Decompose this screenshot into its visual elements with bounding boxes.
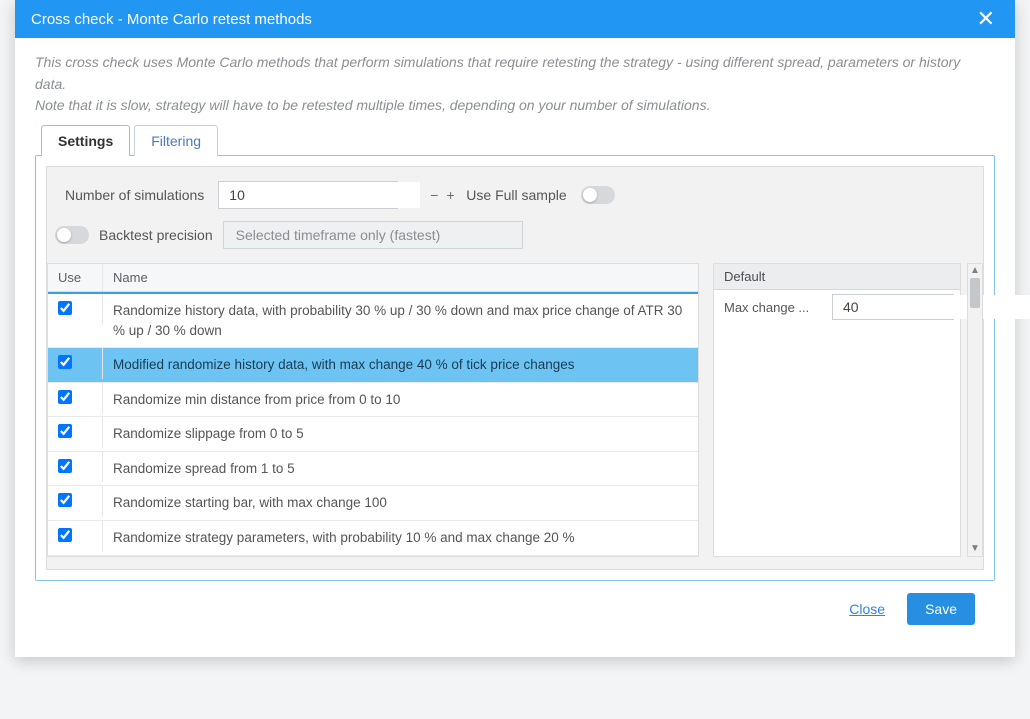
settings-panel: Number of simulations − + Use Full sampl… — [46, 166, 984, 570]
use-checkbox[interactable] — [58, 424, 72, 438]
method-name: Randomize strategy parameters, with prob… — [103, 521, 698, 555]
table-row[interactable]: Modified randomize history data, with ma… — [48, 348, 698, 383]
intro-line-1: This cross check uses Monte Carlo method… — [35, 52, 995, 95]
use-checkbox[interactable] — [58, 301, 72, 315]
chevron-down-icon[interactable]: ▼ — [968, 543, 982, 555]
use-checkbox[interactable] — [58, 493, 72, 507]
param-label: Max change ... — [724, 300, 824, 315]
param-stepper[interactable]: −+ — [832, 294, 954, 320]
method-name: Modified randomize history data, with ma… — [103, 348, 698, 382]
intro-line-2: Note that it is slow, strategy will have… — [35, 95, 995, 117]
chevron-up-icon[interactable]: ▲ — [968, 265, 982, 277]
backtest-precision-value: Selected timeframe only (fastest) — [236, 227, 441, 243]
table-row[interactable]: Randomize slippage from 0 to 5 — [48, 417, 698, 452]
use-full-sample-label: Use Full sample — [466, 187, 566, 203]
close-icon[interactable]: ✕ — [973, 8, 999, 30]
plus-icon[interactable]: + — [444, 188, 456, 202]
num-simulations-label: Number of simulations — [65, 187, 204, 203]
params-header: Default — [714, 264, 960, 290]
backtest-precision-label: Backtest precision — [99, 227, 213, 243]
col-name: Name — [103, 264, 698, 291]
num-simulations-input[interactable] — [219, 182, 420, 208]
params-scrollbar[interactable]: ▲ ▼ — [967, 263, 983, 557]
save-button[interactable]: Save — [907, 593, 975, 625]
backtest-precision-toggle[interactable] — [55, 226, 89, 244]
method-name: Randomize slippage from 0 to 5 — [103, 417, 698, 451]
method-name: Randomize min distance from price from 0… — [103, 383, 698, 417]
use-checkbox[interactable] — [58, 390, 72, 404]
dialog: Cross check - Monte Carlo retest methods… — [15, 0, 1015, 657]
close-button[interactable]: Close — [847, 597, 887, 621]
tabs: Settings Filtering — [35, 125, 995, 156]
tab-settings[interactable]: Settings — [41, 125, 130, 156]
use-checkbox[interactable] — [58, 459, 72, 473]
method-name: Randomize starting bar, with max change … — [103, 486, 698, 520]
method-name: Randomize spread from 1 to 5 — [103, 452, 698, 486]
table-row[interactable]: Randomize history data, with probability… — [48, 292, 698, 348]
param-input[interactable] — [833, 295, 1030, 319]
use-checkbox[interactable] — [58, 528, 72, 542]
use-full-sample-toggle[interactable] — [581, 186, 615, 204]
table-row[interactable]: Randomize strategy parameters, with prob… — [48, 521, 698, 556]
table-row[interactable]: Randomize min distance from price from 0… — [48, 383, 698, 418]
table-row[interactable]: Randomize starting bar, with max change … — [48, 486, 698, 521]
num-simulations-stepper[interactable]: − + — [218, 181, 398, 209]
methods-table: Use Name Randomize history data, with pr… — [47, 263, 699, 557]
method-name: Randomize history data, with probability… — [103, 294, 698, 347]
tab-panel: Number of simulations − + Use Full sampl… — [35, 155, 995, 581]
col-use: Use — [48, 264, 103, 291]
scrollbar-thumb[interactable] — [970, 278, 980, 308]
table-row[interactable]: Randomize spread from 1 to 5 — [48, 452, 698, 487]
backtest-precision-select[interactable]: Selected timeframe only (fastest) — [223, 221, 523, 249]
minus-icon[interactable]: − — [428, 188, 440, 202]
use-checkbox[interactable] — [58, 355, 72, 369]
intro-text: This cross check uses Monte Carlo method… — [35, 52, 995, 117]
dialog-title: Cross check - Monte Carlo retest methods — [31, 11, 973, 28]
params-panel: Default Max change ... −+ — [713, 263, 961, 557]
tab-filtering[interactable]: Filtering — [134, 125, 218, 156]
param-row: Max change ... −+ — [714, 290, 960, 324]
titlebar: Cross check - Monte Carlo retest methods… — [15, 0, 1015, 38]
